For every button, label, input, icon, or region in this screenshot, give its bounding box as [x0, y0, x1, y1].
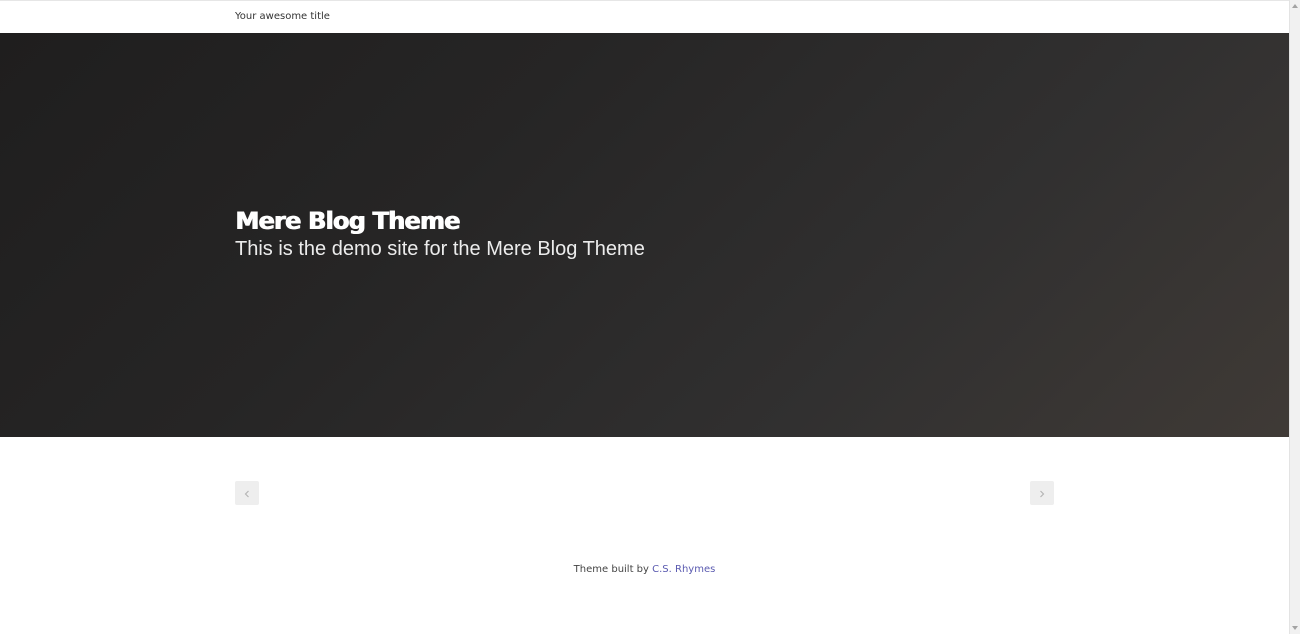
vertical-scrollbar[interactable]	[1289, 0, 1300, 634]
page-footer: Theme built by C.S. Rhymes	[0, 564, 1289, 575]
chevron-left-icon	[242, 484, 252, 503]
chevron-right-icon	[1037, 484, 1047, 503]
hero-title: Mere Blog Theme	[235, 207, 460, 235]
next-page-button[interactable]	[1030, 481, 1054, 505]
top-navigation-bar: Your awesome title	[0, 0, 1289, 33]
hero-banner: Mere Blog Theme This is the demo site fo…	[0, 33, 1289, 437]
scroll-down-icon[interactable]	[1292, 626, 1298, 630]
site-title-link[interactable]: Your awesome title	[235, 11, 330, 22]
scroll-up-icon[interactable]	[1292, 4, 1298, 8]
previous-page-button[interactable]	[235, 481, 259, 505]
footer-credit-text: Theme built by	[573, 564, 653, 575]
hero-subtitle: This is the demo site for the Mere Blog …	[235, 238, 645, 260]
author-link[interactable]: C.S. Rhymes	[652, 564, 715, 575]
